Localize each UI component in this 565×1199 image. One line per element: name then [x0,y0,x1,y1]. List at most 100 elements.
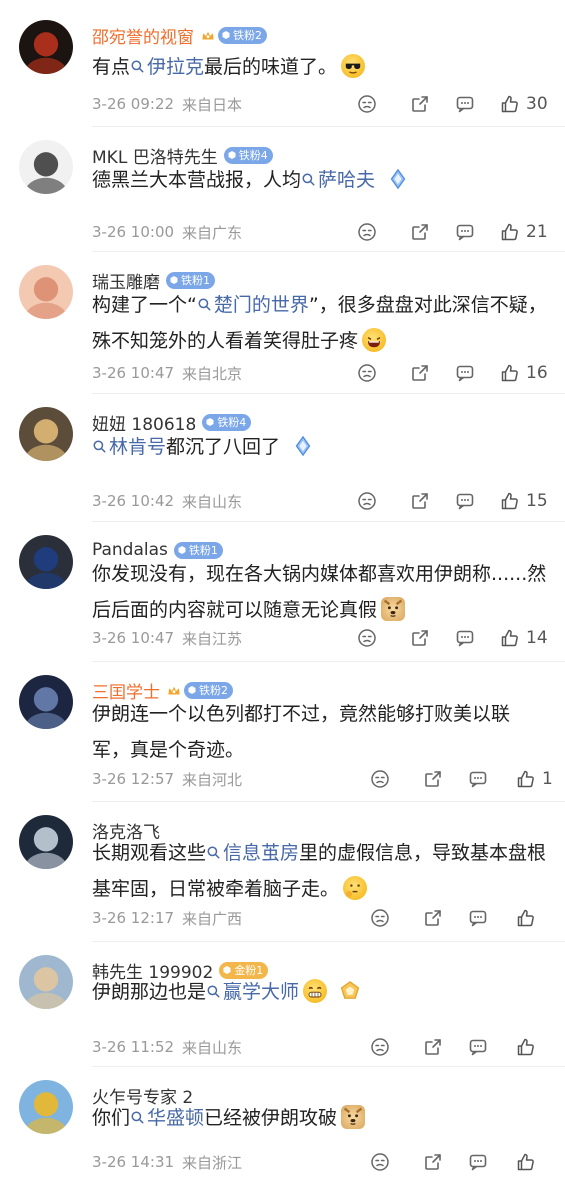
topic-label: 信息茧房 [223,842,300,864]
topic-link[interactable]: 林肯号 [92,436,166,458]
username[interactable]: 邵宛誉的视窗 [92,23,194,48]
location: 来自浙江 [182,1153,243,1172]
topic-link[interactable]: 华盛顿 [130,1107,204,1129]
share-button[interactable] [410,220,430,244]
comment-text: 伊朗那边也是 赢学大师 [92,974,547,1010]
like-button[interactable] [516,1035,536,1059]
reply-button[interactable] [455,489,475,513]
dislike-button[interactable] [370,1035,390,1059]
share-button[interactable] [410,361,430,385]
search-glyph [131,60,144,73]
fan-badge-glyph [178,546,186,554]
search-icon [206,836,221,859]
comment-icon [469,771,487,788]
avatar[interactable] [19,20,73,74]
topic-link[interactable]: 信息茧房 [206,842,299,864]
fan-badge-label: 铁粉4 [238,149,268,162]
comment-text-segment: 有点 [92,56,131,78]
thumbs-up-icon [501,364,518,382]
dislike-icon [371,909,389,927]
search-icon [130,1101,145,1124]
avatar[interactable] [19,535,73,589]
topic-link[interactable]: 赢学大师 [206,981,299,1003]
comment-meta: 3-26 10:00 来自广东 [92,220,242,244]
like-button[interactable]: 1 [516,767,553,791]
name-row: 邵宛誉的视窗 铁粉2 [92,22,267,48]
search-glyph [207,846,220,859]
avatar[interactable] [19,955,73,1009]
share-button[interactable] [410,92,430,116]
fan-badge: 铁粉4 [223,146,273,164]
fan-badge-icon [227,150,237,160]
reply-button[interactable] [468,906,488,930]
avatar[interactable] [19,140,73,194]
share-button[interactable] [410,489,430,513]
comment-icon [456,224,474,241]
reply-button[interactable] [455,361,475,385]
like-button[interactable] [516,1150,536,1174]
avatar[interactable] [19,675,73,729]
comment-text: 你们 华盛顿已经被伊朗攻破 [92,1100,547,1136]
share-icon [425,771,441,787]
share-button[interactable] [423,1035,443,1059]
like-button[interactable]: 15 [500,489,548,513]
divider [92,521,565,522]
comment-text: 有点 伊拉克最后的味道了。 [92,49,547,85]
reply-button[interactable] [468,1035,488,1059]
dislike-icon [371,1153,389,1171]
fan-badge-glyph [206,418,214,426]
topic-link[interactable]: 伊拉克 [130,56,204,78]
reply-button[interactable] [455,626,475,650]
timestamp: 3-26 12:57 [92,770,175,788]
avatar-image [19,20,73,74]
like-button[interactable]: 30 [500,92,548,116]
laugh-emoji-icon [362,328,387,352]
dislike-button[interactable] [370,906,390,930]
search-glyph [198,298,211,311]
avatar[interactable] [19,265,73,319]
reply-button[interactable] [468,1150,488,1174]
dislike-button[interactable] [370,1150,390,1174]
comment-icon [456,365,474,382]
divider [92,1066,565,1067]
like-button[interactable]: 16 [500,361,548,385]
divider [92,801,565,802]
topic-label: 林肯号 [109,436,167,458]
dislike-button[interactable] [357,361,377,385]
topic-label: 赢学大师 [223,981,300,1003]
like-button[interactable]: 14 [500,626,548,650]
comment-meta: 3-26 12:57 来自河北 [92,767,242,791]
dislike-button[interactable] [370,767,390,791]
sunglasses-emoji-icon [341,54,366,78]
dislike-button[interactable] [357,626,377,650]
fan-badge-icon [177,545,187,555]
topic-link[interactable]: 萨哈夫 [301,169,375,191]
timestamp: 3-26 10:42 [92,492,175,510]
avatar[interactable] [19,1080,73,1134]
comment-text-segment: 构建了一个“ [92,294,197,316]
like-button[interactable] [516,906,536,930]
share-icon [412,493,428,509]
dislike-button[interactable] [357,489,377,513]
topic-link[interactable]: 楚门的世界 [197,294,309,316]
share-icon [425,1039,441,1055]
comment-meta: 3-26 10:47 来自江苏 [92,626,242,650]
avatar[interactable] [19,407,73,461]
location: 来自日本 [182,95,243,114]
dislike-button[interactable] [357,92,377,116]
reply-button[interactable] [455,220,475,244]
share-button[interactable] [423,906,443,930]
comment-text-segment: 最后的味道了。 [204,56,338,78]
share-button[interactable] [410,626,430,650]
share-button[interactable] [423,767,443,791]
avatar[interactable] [19,815,73,869]
comment-icon [456,630,474,647]
comment-meta: 3-26 12:17 来自广西 [92,906,242,930]
reply-button[interactable] [468,767,488,791]
share-button[interactable] [423,1150,443,1174]
search-icon [130,50,145,73]
reply-button[interactable] [455,92,475,116]
dislike-button[interactable] [357,220,377,244]
like-button[interactable]: 21 [500,220,548,244]
comment-icon [456,96,474,113]
